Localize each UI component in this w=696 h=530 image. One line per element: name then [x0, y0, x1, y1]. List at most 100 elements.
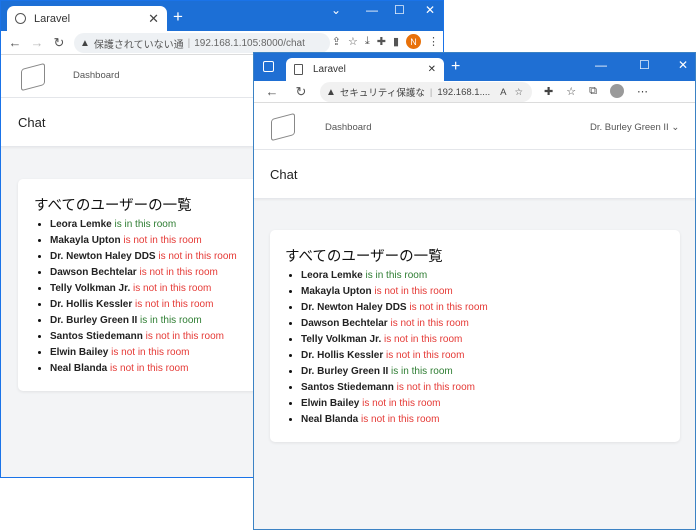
reload-icon[interactable]: ↻	[48, 35, 70, 51]
user-status: is not in this room	[123, 235, 202, 246]
user-name: Dr. Newton Haley DDS	[301, 302, 407, 313]
user-name: Santos Stiedemann	[301, 382, 394, 393]
user-list-item: Dr. Burley Green II is in this room	[301, 364, 665, 380]
profile-avatar[interactable]: N	[406, 34, 421, 49]
user-status: is not in this room	[111, 347, 190, 358]
url-text: 192.168.1....	[437, 86, 491, 98]
user-status: is not in this room	[110, 363, 189, 374]
address-bar[interactable]: ▲ 保護されていない通 | 192.168.1.105:8000/chat	[74, 33, 330, 53]
user-name: Dr. Burley Green II	[590, 122, 669, 133]
user-list-item: Dr. Newton Haley DDS is not in this room	[301, 300, 665, 316]
user-list-item: Santos Stiedemann is not in this room	[301, 380, 665, 396]
user-status: is not in this room	[361, 414, 440, 425]
back-icon[interactable]: ←	[261, 84, 283, 99]
chrome-titlebar: Laravel ✕ + ⌄ — ☐ ✕	[1, 1, 443, 31]
edge-tab[interactable]: Laravel ✕	[286, 58, 444, 81]
user-name: Dr. Burley Green II	[50, 315, 138, 326]
user-name: Dawson Bechtelar	[301, 318, 388, 329]
collections-icon[interactable]: ⧉	[589, 85, 597, 98]
laravel-logo-icon[interactable]	[21, 62, 45, 92]
laravel-logo-icon[interactable]	[271, 112, 295, 142]
user-name: Telly Volkman Jr.	[301, 334, 382, 345]
minimize-icon[interactable]: —	[366, 3, 378, 17]
user-list-item: Elwin Bailey is not in this room	[301, 396, 665, 412]
url-text: 192.168.1.105:8000/chat	[194, 37, 305, 49]
page-icon	[294, 64, 303, 75]
chevron-down-icon: ⌄	[671, 122, 680, 133]
profile-avatar[interactable]	[609, 84, 624, 98]
user-name: Dawson Bechtelar	[50, 267, 137, 278]
user-name: Telly Volkman Jr.	[50, 283, 131, 294]
page-header: Chat	[254, 150, 695, 199]
user-status: is in this room	[114, 219, 177, 230]
navbar: Dashboard Dr. Burley Green II ⌄	[254, 104, 695, 150]
new-tab-button[interactable]: +	[173, 7, 183, 27]
user-status: is in this room	[365, 270, 428, 281]
user-status: is not in this room	[409, 302, 488, 313]
download-icon[interactable]: ⤓	[365, 35, 370, 48]
user-status: is not in this room	[374, 286, 453, 297]
tab-actions-icon[interactable]	[263, 61, 274, 72]
users-list: Leora Lemke is in this room Makayla Upton…	[285, 268, 665, 428]
nav-dashboard-link[interactable]: Dashboard	[325, 122, 371, 133]
menu-icon[interactable]: ⋯	[637, 85, 648, 98]
user-name: Makayla Upton	[301, 286, 372, 297]
bookmark-star-icon[interactable]: ☆	[348, 35, 358, 48]
chrome-tools: ⇪ ☆ ⤓ ✚ ▮ N ⋮	[332, 34, 439, 49]
security-text: 保護されていない通	[93, 39, 184, 51]
extensions-icon[interactable]: ✚	[544, 85, 553, 98]
reload-icon[interactable]: ↻	[290, 84, 312, 100]
tab-search-icon[interactable]: ⌄	[331, 3, 341, 17]
favorite-add-icon[interactable]: ☆	[514, 87, 523, 98]
maximize-icon[interactable]: ☐	[394, 3, 405, 17]
user-name: Santos Stiedemann	[50, 331, 143, 342]
favorites-icon[interactable]: ☆	[566, 85, 576, 98]
user-list-item: Neal Blanda is not in this room	[301, 412, 665, 428]
back-icon[interactable]: ←	[4, 35, 26, 50]
separator: |	[429, 86, 433, 98]
edge-toolbar: ← ↻ ▲ セキュリティ保護な | 192.168.1.... A ☆ ✚ ☆ …	[254, 81, 695, 103]
user-list-item: Leora Lemke is in this room	[301, 268, 665, 284]
user-status: is not in this room	[139, 267, 218, 278]
menu-icon[interactable]: ⋮	[428, 35, 439, 48]
user-name: Dr. Hollis Kessler	[301, 350, 384, 361]
user-name: Leora Lemke	[301, 270, 363, 281]
extensions-icon[interactable]: ✚	[377, 35, 386, 48]
user-menu[interactable]: Dr. Burley Green II ⌄	[590, 122, 679, 133]
maximize-icon[interactable]: ☐	[639, 58, 650, 72]
user-name: Dr. Burley Green II	[301, 366, 389, 377]
forward-icon[interactable]: →	[26, 35, 48, 50]
share-icon[interactable]: ⇪	[332, 35, 341, 48]
edge-titlebar: Laravel ✕ + — ☐ ✕	[254, 53, 695, 81]
user-status: is not in this room	[145, 331, 224, 342]
close-tab-icon[interactable]: ✕	[148, 11, 159, 27]
users-card: すべてのユーザーの一覧 Leora Lemke is in this room M…	[270, 230, 680, 442]
user-status: is not in this room	[133, 283, 212, 294]
user-status: is not in this room	[362, 398, 441, 409]
side-panel-icon[interactable]: ▮	[393, 35, 399, 48]
user-status: is not in this room	[386, 350, 465, 361]
read-aloud-icon[interactable]: A	[500, 87, 506, 98]
new-tab-button[interactable]: +	[451, 58, 460, 76]
tab-title: Laravel	[34, 12, 71, 25]
user-list-item: Dr. Hollis Kessler is not in this room	[301, 348, 665, 364]
close-tab-icon[interactable]: ✕	[428, 64, 436, 75]
page-title: Chat	[270, 167, 298, 182]
user-status: is not in this room	[390, 318, 469, 329]
page-title: Chat	[18, 115, 46, 130]
chrome-tab[interactable]: Laravel ✕	[7, 6, 167, 31]
card-title: すべてのユーザーの一覧	[285, 249, 443, 265]
nav-dashboard-link[interactable]: Dashboard	[73, 70, 119, 81]
security-text: セキュリティ保護な	[339, 88, 425, 99]
user-list-item: Telly Volkman Jr. is not in this room	[301, 332, 665, 348]
user-name: Leora Lemke	[50, 219, 112, 230]
address-bar[interactable]: ▲ セキュリティ保護な | 192.168.1.... A ☆	[320, 82, 532, 102]
user-status: is not in this room	[396, 382, 475, 393]
warning-icon: ▲	[326, 86, 336, 98]
minimize-icon[interactable]: —	[595, 58, 607, 72]
close-window-icon[interactable]: ✕	[678, 58, 688, 72]
close-window-icon[interactable]: ✕	[425, 3, 435, 17]
user-name: Dr. Newton Haley DDS	[50, 251, 156, 262]
warning-icon: ▲	[80, 37, 90, 49]
user-status: is not in this room	[158, 251, 237, 262]
